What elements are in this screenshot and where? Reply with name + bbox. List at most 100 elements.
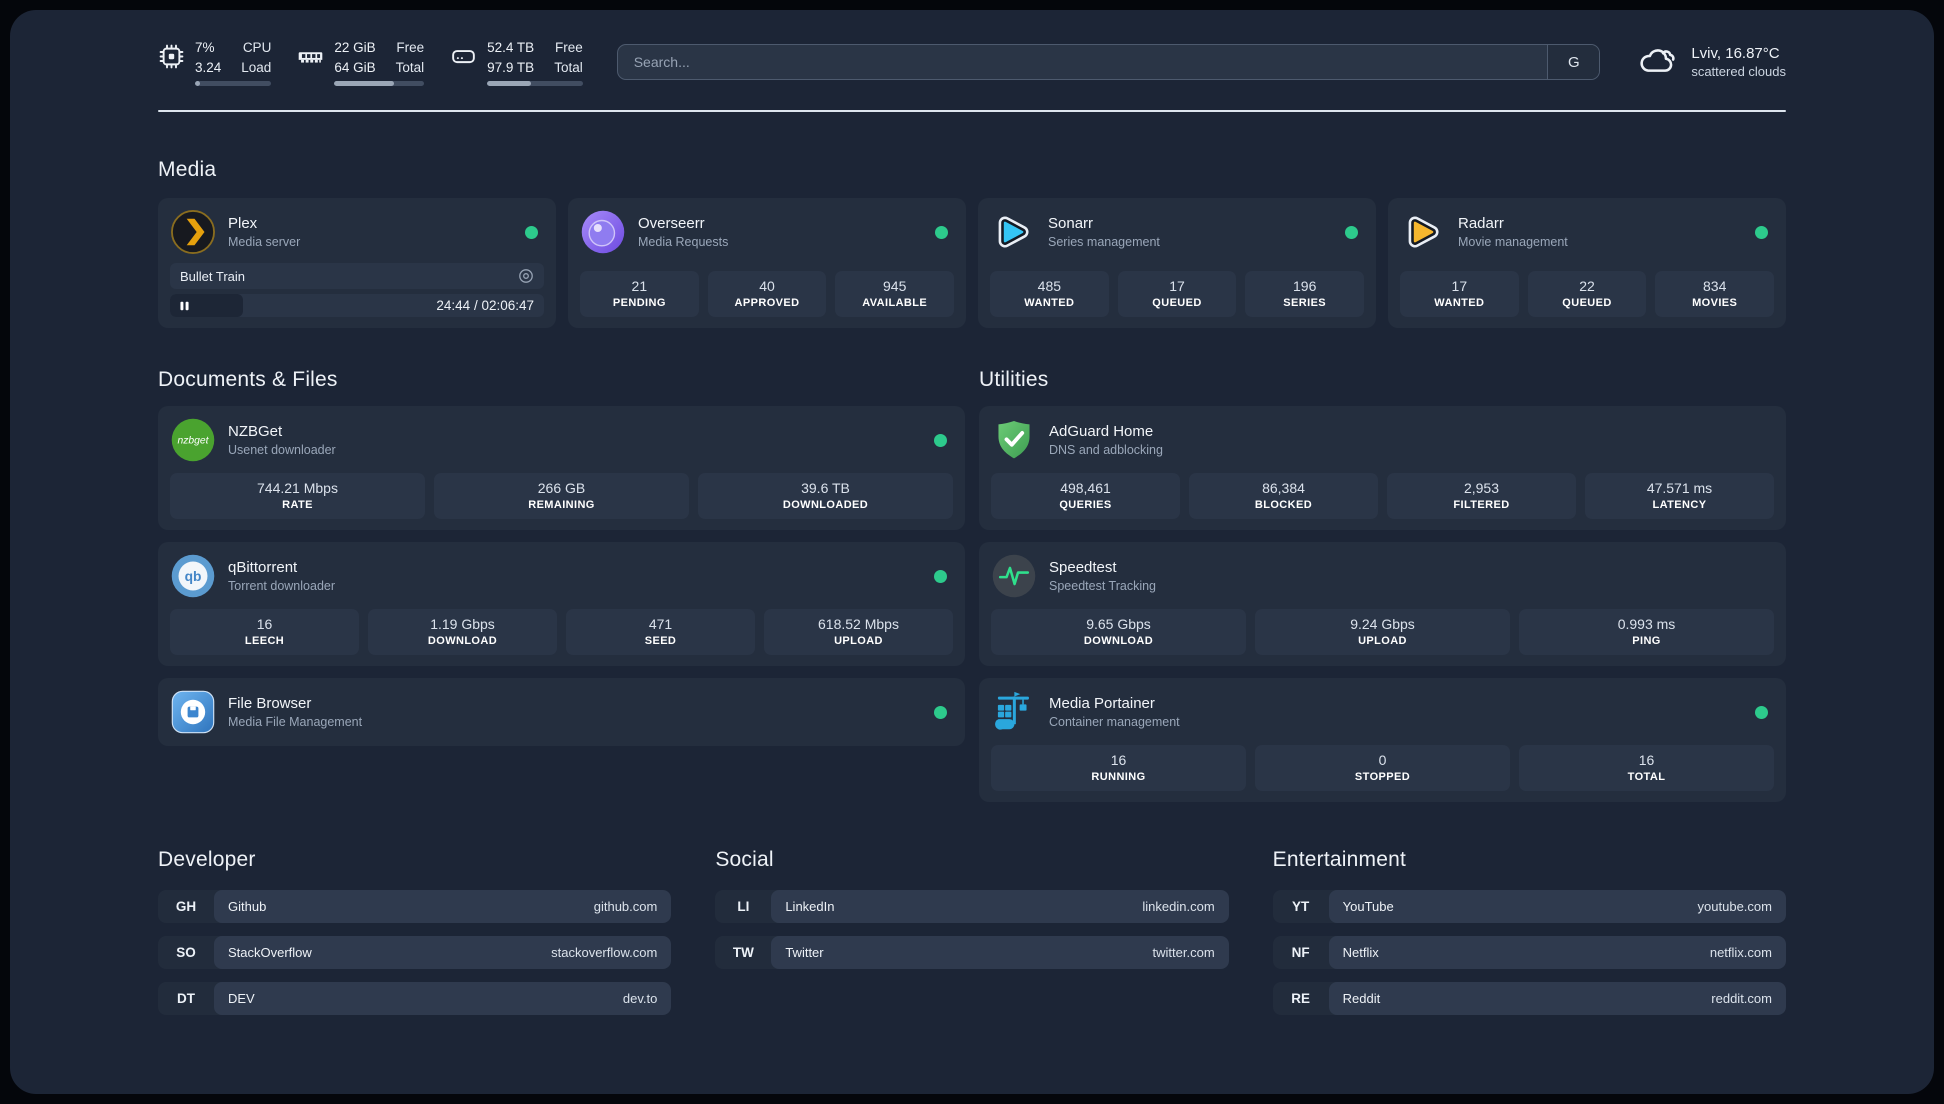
service-description: Media Requests xyxy=(638,235,729,250)
bookmark-name: Netflix xyxy=(1342,945,1379,961)
bookmark-name: LinkedIn xyxy=(785,899,835,915)
stat-box-total: 16 TOTAL xyxy=(1519,745,1774,792)
service-stats: 485 WANTED 17 QUEUED 196 SERIES xyxy=(990,261,1365,318)
bookmark-url: github.com xyxy=(593,899,658,915)
service-card-file-browser[interactable]: File Browser Media File Management xyxy=(158,678,965,747)
section-title-documents: Documents & Files xyxy=(158,368,338,392)
bookmark-link-dev[interactable]: DT DEV dev.to xyxy=(158,982,672,1016)
service-card-header: Radarr Movie management xyxy=(1400,209,1774,255)
stat-value: 834 xyxy=(1703,278,1727,295)
speedtest-icon xyxy=(991,553,1037,599)
bookmark-url: linkedin.com xyxy=(1142,899,1215,915)
search-input[interactable] xyxy=(617,45,1548,80)
service-card-sonarr[interactable]: Sonarr Series management 485 WANTED 17 Q… xyxy=(978,198,1376,329)
stat-value: 17 xyxy=(1451,278,1468,295)
status-online-dot xyxy=(525,225,538,239)
bookmark-url: twitter.com xyxy=(1152,945,1215,961)
stat-label: PENDING xyxy=(612,297,666,310)
stat-value-bottom: 64 GiB xyxy=(334,59,376,75)
service-card-plex[interactable]: Plex Media server Bullet Train 24:44 / 0… xyxy=(158,198,556,329)
bookmark-link-twitter[interactable]: TW Twitter twitter.com xyxy=(715,936,1229,970)
stat-box-wanted: 17 WANTED xyxy=(1400,271,1519,318)
pause-icon[interactable] xyxy=(179,300,190,312)
bookmark-abbr: NF xyxy=(1291,945,1310,961)
stat-label: DOWNLOADED xyxy=(782,499,869,512)
service-card-header: Media Portainer Container management xyxy=(991,689,1774,735)
system-stat-cpu: 7% CPU 3.24 Load xyxy=(158,38,272,87)
service-card-header: Sonarr Series management xyxy=(990,209,1364,255)
bookmark-body: DEV dev.to xyxy=(214,982,672,1016)
service-stats: 16 RUNNING 0 STOPPED 16 TOTAL xyxy=(991,735,1774,792)
bookmark-link-reddit[interactable]: RE Reddit reddit.com xyxy=(1272,982,1786,1016)
service-description: Speedtest Tracking xyxy=(1049,579,1157,594)
stat-value: 17 xyxy=(1169,278,1185,295)
service-card-media-portainer[interactable]: Media Portainer Container management 16 … xyxy=(979,678,1786,803)
playback-time: 24:44 / 02:06:47 xyxy=(436,298,534,314)
service-card-radarr[interactable]: Radarr Movie management 17 WANTED 22 QUE… xyxy=(1388,198,1786,329)
service-description: Movie management xyxy=(1458,235,1568,250)
stat-label-bottom: Load xyxy=(241,59,272,75)
stat-value: 9.65 Gbps xyxy=(1086,616,1151,633)
stat-value: 16 xyxy=(1638,752,1655,769)
stat-value-bottom: 3.24 xyxy=(195,59,222,75)
bookmark-link-youtube[interactable]: YT YouTube youtube.com xyxy=(1272,890,1786,924)
bookmark-link-linkedin[interactable]: LI LinkedIn linkedin.com xyxy=(715,890,1229,924)
service-stats: 16 LEECH 1.19 Gbps DOWNLOAD 471 SEED 618… xyxy=(170,599,953,656)
bookmark-abbr: SO xyxy=(176,945,196,961)
stat-label: MOVIES xyxy=(1692,297,1738,310)
service-card-qbittorrent[interactable]: qb qBittorrent Torrent downloader 16 LEE… xyxy=(158,542,965,667)
stat-label: BLOCKED xyxy=(1254,499,1313,512)
status-online-dot xyxy=(934,705,947,719)
stat-label-top: Free xyxy=(396,40,425,55)
service-description: DNS and adblocking xyxy=(1049,443,1163,458)
section-title-developer: Developer xyxy=(158,848,256,872)
stat-label: STOPPED xyxy=(1354,771,1411,784)
search-engine-button[interactable]: G xyxy=(1547,45,1600,80)
weather-condition: scattered clouds xyxy=(1691,64,1786,80)
status-online-dot xyxy=(1755,705,1768,719)
cpu-icon xyxy=(158,43,185,70)
stat-value: 471 xyxy=(648,616,673,633)
bookmark-column-social: Social LI LinkedIn linkedin.com TW Twitt… xyxy=(715,848,1229,1028)
bookmark-link-stackoverflow[interactable]: SO StackOverflow stackoverflow.com xyxy=(158,936,672,970)
service-card-overseerr[interactable]: Overseerr Media Requests 21 PENDING 40 A… xyxy=(568,198,966,329)
stat-box-wanted: 485 WANTED xyxy=(990,271,1109,318)
portainer-icon xyxy=(991,689,1037,735)
top-bar: 7% CPU 3.24 Load 22 GiB Free 64 GiB Tota… xyxy=(10,10,1934,87)
bookmark-column-developer: Developer GH Github github.com SO StackO… xyxy=(158,848,672,1028)
playback-progress-bar[interactable]: 24:44 / 02:06:47 xyxy=(170,294,544,318)
service-card-adguard-home[interactable]: AdGuard Home DNS and adblocking 498,461 … xyxy=(979,406,1786,531)
stat-box-latency: 47.571 ms LATENCY xyxy=(1585,473,1774,520)
service-card-header: nzbget NZBGet Usenet downloader xyxy=(170,417,953,463)
service-stats: 498,461 QUERIES 86,384 BLOCKED 2,953 FIL… xyxy=(991,463,1774,520)
bookmark-name: Twitter xyxy=(785,945,824,961)
svg-text:nzbget: nzbget xyxy=(177,436,209,447)
stat-box-upload: 9.24 Gbps UPLOAD xyxy=(1255,609,1510,656)
radarr-icon xyxy=(1400,209,1446,255)
stat-value-bottom: 97.9 TB xyxy=(487,59,535,75)
service-name: Overseerr xyxy=(638,215,705,233)
stat-box-download: 9.65 Gbps DOWNLOAD xyxy=(991,609,1246,656)
stat-label: DOWNLOAD xyxy=(1083,635,1154,648)
bookmark-url: dev.to xyxy=(622,991,658,1007)
bookmark-link-netflix[interactable]: NF Netflix netflix.com xyxy=(1272,936,1786,970)
service-description: Media server xyxy=(228,235,301,250)
stat-value: 22 xyxy=(1579,278,1595,295)
bookmark-url: netflix.com xyxy=(1709,945,1772,961)
stat-box-downloaded: 39.6 TB DOWNLOADED xyxy=(698,473,953,520)
system-stat-body: 7% CPU 3.24 Load xyxy=(195,38,272,87)
stat-label: QUERIES xyxy=(1059,499,1112,512)
section-title-media: Media xyxy=(158,158,217,182)
section-utilities: Utilities AdGuard Home DNS and adblockin… xyxy=(979,328,1786,803)
service-card-nzbget[interactable]: nzbget NZBGet Usenet downloader 744.21 M… xyxy=(158,406,965,531)
stat-box-queries: 498,461 QUERIES xyxy=(991,473,1180,520)
bookmark-link-github[interactable]: GH Github github.com xyxy=(158,890,672,924)
stat-value: 744.21 Mbps xyxy=(257,480,338,497)
stat-value: 945 xyxy=(883,278,907,295)
now-playing-title: Bullet Train xyxy=(180,268,246,284)
bookmark-abbr: RE xyxy=(1291,991,1311,1007)
bookmark-abbr: DT xyxy=(177,991,195,1007)
service-card-speedtest[interactable]: Speedtest Speedtest Tracking 9.65 Gbps D… xyxy=(979,542,1786,667)
stat-label: LATENCY xyxy=(1652,499,1707,512)
service-description: Torrent downloader xyxy=(228,579,336,594)
